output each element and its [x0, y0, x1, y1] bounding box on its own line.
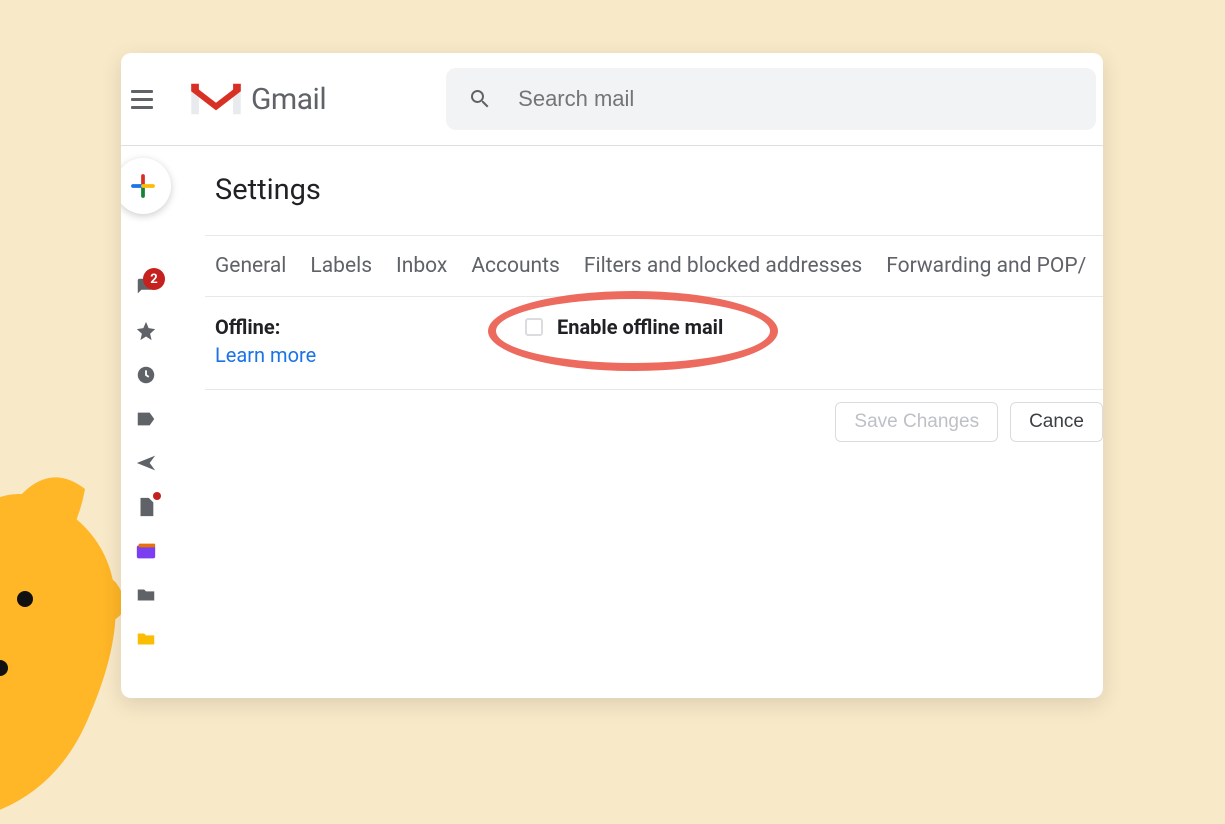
enable-offline-label: Enable offline mail	[557, 315, 723, 339]
sidebar-inbox-icon[interactable]: 2	[135, 276, 157, 298]
tab-labels[interactable]: Labels	[310, 254, 372, 278]
header: Gmail	[121, 53, 1103, 145]
header-divider	[121, 145, 1103, 146]
sidebar-starred-icon[interactable]	[135, 320, 157, 342]
cancel-button[interactable]: Cance	[1010, 402, 1103, 442]
drafts-dot-badge	[153, 492, 161, 500]
sidebar-sent-icon[interactable]	[135, 452, 157, 474]
tab-forwarding[interactable]: Forwarding and POP/	[886, 254, 1086, 278]
sidebar-category-icon[interactable]	[135, 540, 157, 562]
learn-more-link[interactable]: Learn more	[215, 343, 525, 367]
inbox-badge: 2	[143, 268, 165, 290]
menu-icon[interactable]	[131, 85, 159, 113]
page-title: Settings	[215, 173, 1103, 235]
tab-general[interactable]: General	[215, 254, 286, 278]
search-icon	[468, 87, 492, 111]
sidebar-folder-grey-icon[interactable]	[135, 584, 157, 606]
sidebar-label-icon[interactable]	[135, 408, 157, 430]
sidebar-drafts-icon[interactable]	[135, 496, 157, 518]
settings-button-row: Save Changes Cance	[215, 390, 1103, 442]
search-input[interactable]	[518, 86, 1074, 112]
sidebar-snoozed-icon[interactable]	[135, 364, 157, 386]
search-bar[interactable]	[446, 68, 1096, 130]
gmail-logo[interactable]: Gmail	[191, 80, 326, 118]
offline-setting-row: Offline: Learn more Enable offline mail	[215, 297, 1103, 389]
left-rail: 2	[121, 148, 171, 650]
compose-button[interactable]	[121, 158, 171, 214]
app-name: Gmail	[251, 82, 326, 117]
plus-icon	[128, 171, 158, 201]
tab-accounts[interactable]: Accounts	[471, 254, 560, 278]
gmail-window: Gmail 2	[121, 53, 1103, 698]
tab-inbox[interactable]: Inbox	[396, 254, 447, 278]
settings-content: Settings General Labels Inbox Accounts F…	[215, 163, 1103, 442]
save-changes-button[interactable]: Save Changes	[835, 402, 998, 442]
gmail-m-icon	[191, 80, 241, 118]
sidebar-folder-yellow-icon[interactable]	[135, 628, 157, 650]
settings-tabs: General Labels Inbox Accounts Filters an…	[215, 236, 1103, 296]
tab-filters[interactable]: Filters and blocked addresses	[584, 254, 862, 278]
enable-offline-checkbox[interactable]	[525, 318, 543, 336]
offline-label: Offline:	[215, 315, 525, 339]
